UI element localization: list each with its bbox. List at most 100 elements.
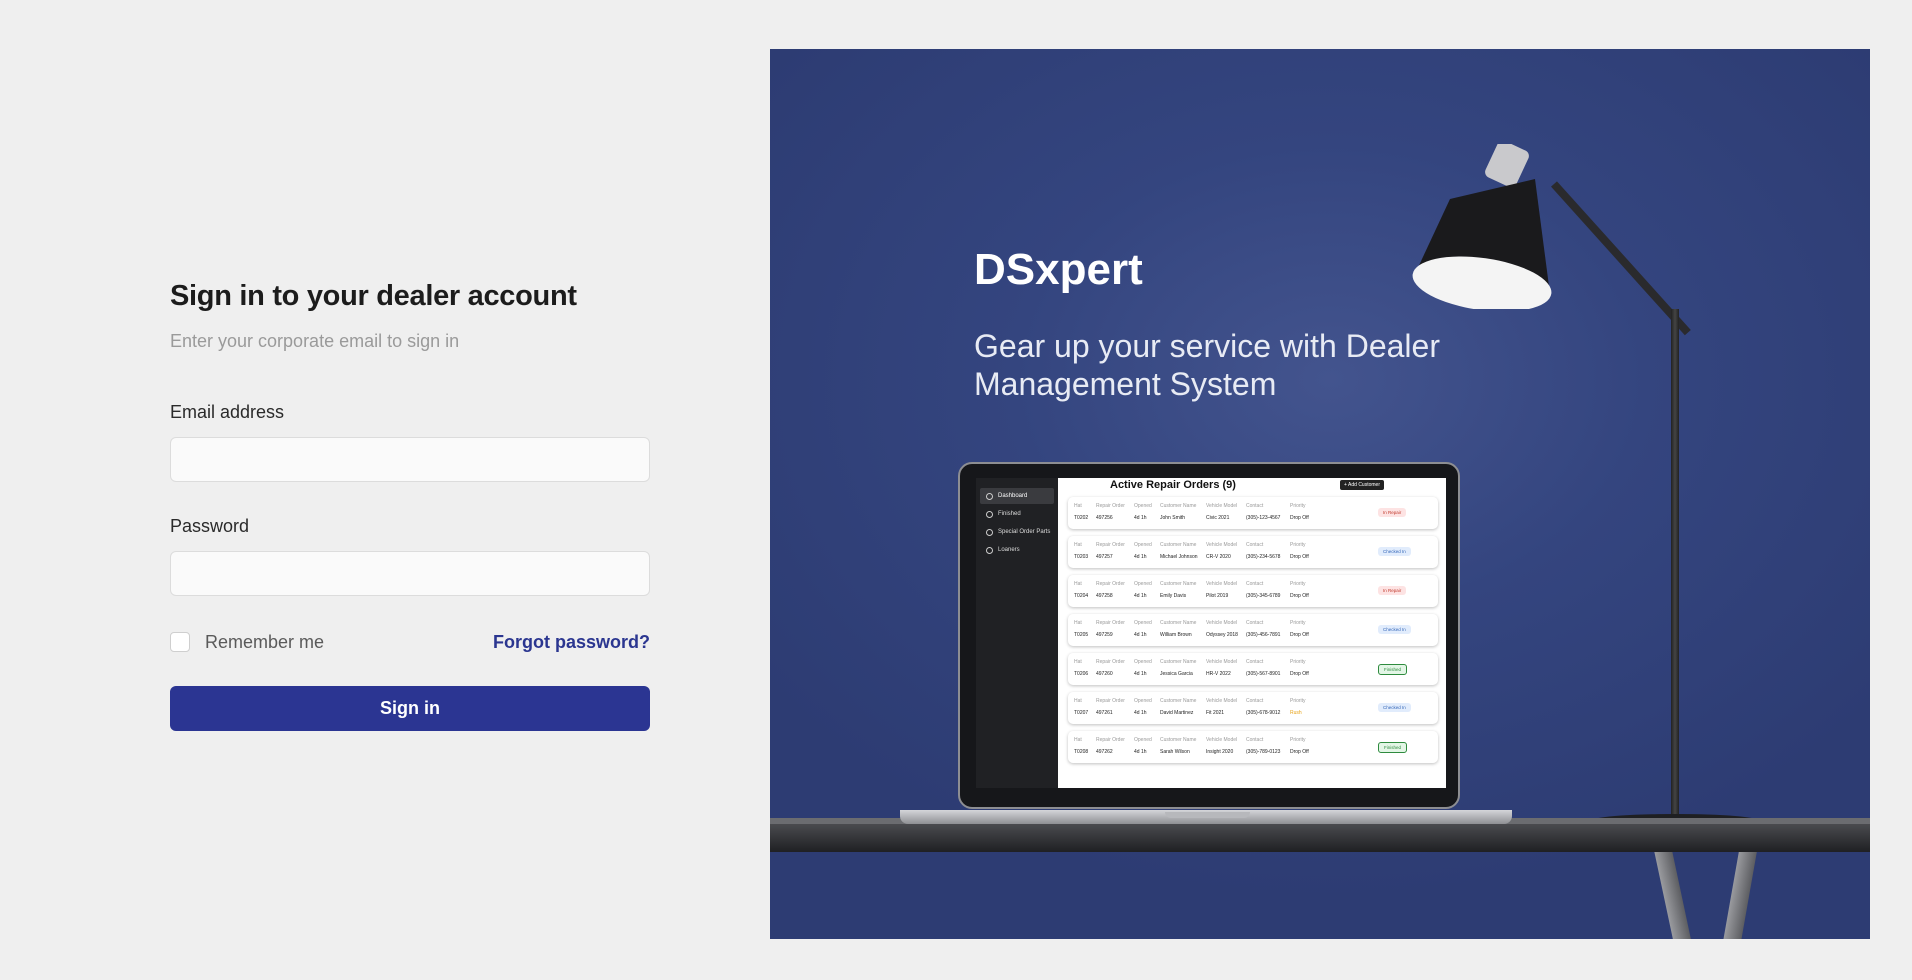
column-header: Opened [1134,659,1152,665]
status-badge: Finished [1378,742,1408,753]
add-customer-button: + Add Customer [1340,480,1384,490]
desk-leg [1654,852,1694,939]
column-header: Contact [1246,659,1264,665]
cell-priority: Drop Off [1290,515,1309,521]
column-header: Hat [1074,542,1082,548]
column-header: Opened [1134,737,1152,743]
cell-opened: 4d 1h [1134,749,1147,755]
column-header: Customer Name [1160,659,1197,665]
cell-model: Odyssey 2018 [1206,632,1238,638]
cell-name: Michael Johnson [1160,554,1198,560]
remember-label: Remember me [205,631,325,652]
cell-hat: T0208 [1074,749,1089,755]
status-badge: Checked In [1378,703,1411,712]
cell-priority: Drop Off [1290,671,1309,677]
table-row: Hat T0205 Repair Order 497259 Opened 4d 1h Cus… [1068,614,1438,646]
cell-contact: (305)-345-6789 [1246,593,1281,599]
status-badge: In Repair [1378,586,1407,595]
table-row: Hat T0202 Repair Order 497256 Opened 4d 1h Cus… [1068,497,1438,529]
cell-name: Sarah Wilson [1160,749,1190,755]
column-header: Hat [1074,737,1082,743]
table-row: Hat T0207 Repair Order 497261 Opened 4d 1h Cus… [1068,692,1438,724]
table-row: Hat T0206 Repair Order 497260 Opened 4d 1h Cus… [1068,653,1438,685]
cell-ro: 497260 [1096,671,1113,677]
laptop-screen: Dashboard Finished Special Order Parts L… [958,462,1460,809]
column-header: Hat [1074,503,1082,509]
lamp-shade [1412,144,1552,309]
email-label: Email address [170,402,285,422]
column-header: Customer Name [1160,581,1197,587]
cell-contact: (305)-678-9012 [1246,710,1281,716]
cell-name: David Martinez [1160,710,1194,716]
nav-finished: Finished [980,506,1054,522]
signin-button[interactable]: Sign in [170,686,650,731]
cell-ro: 497259 [1096,632,1113,638]
cart-icon [986,528,993,536]
page-subtitle: Enter your corporate email to sign in [170,331,460,351]
status-badge: Finished [1378,664,1408,675]
password-field[interactable] [170,551,650,596]
column-header: Customer Name [1160,620,1197,626]
column-header: Repair Order [1096,542,1125,548]
column-header: Hat [1074,620,1082,626]
cell-name: Emily Davis [1160,593,1187,599]
column-header: Priority [1290,581,1306,587]
cell-hat: T0206 [1074,671,1089,677]
forgot-password-link[interactable]: Forgot password? [493,632,650,653]
page-title: Sign in to your dealer account [170,280,577,312]
cell-hat: T0205 [1074,632,1089,638]
status-badge: Checked In [1378,547,1411,556]
column-header: Opened [1134,581,1152,587]
email-field[interactable] [170,437,650,482]
column-header: Priority [1290,659,1306,665]
cell-name: William Brown [1160,632,1192,638]
column-header: Contact [1246,698,1264,704]
cell-opened: 4d 1h [1134,515,1147,521]
column-header: Contact [1246,542,1264,548]
desk-leg [1721,852,1757,939]
cell-hat: T0202 [1074,515,1089,521]
column-header: Customer Name [1160,542,1197,548]
column-header: Vehicle Model [1206,659,1238,665]
cell-contact: (305)-456-7891 [1246,632,1281,638]
password-label: Password [170,516,250,536]
status-badge: Checked In [1378,625,1411,634]
column-header: Customer Name [1160,698,1197,704]
app-title: Active Repair Orders (9) [1110,479,1236,491]
column-header: Contact [1246,503,1264,509]
remember-me[interactable]: Remember me [170,632,324,653]
column-header: Repair Order [1096,737,1125,743]
column-header: Vehicle Model [1206,737,1238,743]
column-header: Hat [1074,698,1082,704]
cell-ro: 497261 [1096,710,1113,716]
cell-opened: 4d 1h [1134,671,1147,677]
cell-priority: Drop Off [1290,749,1309,755]
cell-hat: T0204 [1074,593,1089,599]
column-header: Contact [1246,581,1264,587]
column-header: Opened [1134,620,1152,626]
cell-model: Pilot 2019 [1206,593,1229,599]
column-header: Repair Order [1096,581,1125,587]
column-header: Hat [1074,659,1082,665]
cell-opened: 4d 1h [1134,710,1147,716]
column-header: Priority [1290,737,1306,743]
column-header: Opened [1134,542,1152,548]
cell-model: Insight 2020 [1206,749,1234,755]
column-header: Contact [1246,737,1264,743]
remember-checkbox[interactable] [170,632,190,652]
brand-name: DSxpert [974,245,1143,294]
check-circle-icon [986,510,993,518]
table-row: Hat T0203 Repair Order 497257 Opened 4d 1h Cus… [1068,536,1438,568]
gear-icon [986,546,993,554]
app-screenshot: Dashboard Finished Special Order Parts L… [976,478,1446,788]
cell-opened: 4d 1h [1134,593,1147,599]
column-header: Repair Order [1096,659,1125,665]
column-header: Hat [1074,581,1082,587]
form-options-row: Remember me Forgot password? [170,631,650,653]
column-header: Vehicle Model [1206,581,1238,587]
cell-model: CR-V 2020 [1206,554,1231,560]
cell-name: John Smith [1160,515,1186,521]
cell-opened: 4d 1h [1134,632,1147,638]
column-header: Opened [1134,698,1152,704]
desk-edge [770,824,1870,852]
